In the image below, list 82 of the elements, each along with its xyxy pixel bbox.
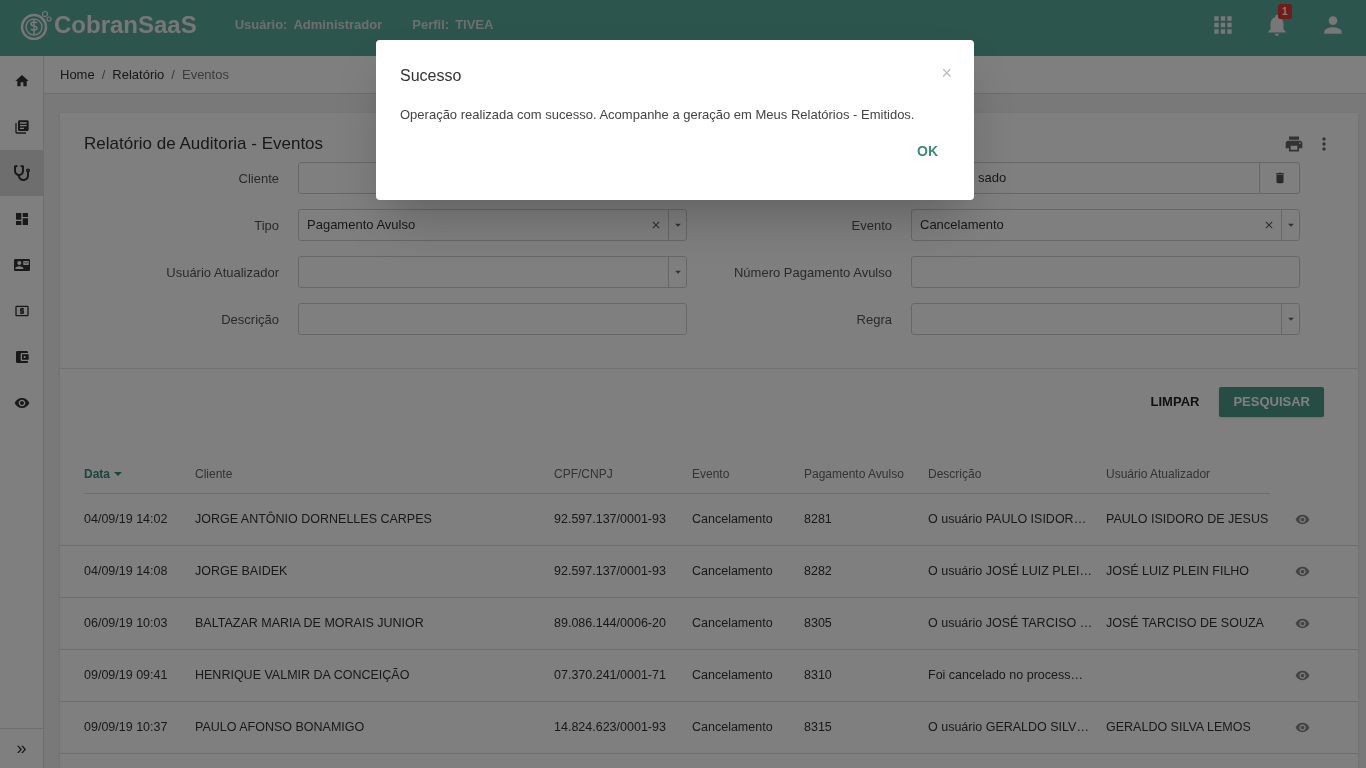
- field-label: Tipo: [254, 217, 279, 233]
- table-cell: 8315: [804, 719, 832, 734]
- eye-icon: [13, 395, 30, 411]
- select-field[interactable]: [298, 255, 687, 288]
- column-header[interactable]: Pagamento Avulso: [804, 464, 904, 483]
- table-cell: 04/09/19 14:08: [84, 563, 168, 578]
- books-icon: [13, 119, 30, 135]
- column-header[interactable]: Cliente: [195, 464, 233, 483]
- notification-count: 1: [1278, 4, 1292, 19]
- close-button[interactable]: ×: [941, 64, 952, 82]
- sidebar-item[interactable]: [0, 150, 43, 196]
- table-cell: 09/09/19 09:41: [84, 667, 168, 682]
- money-icon: [13, 303, 30, 319]
- column-header[interactable]: Descrição: [928, 464, 982, 483]
- breadcrumb-separator: /: [101, 65, 106, 84]
- table-cell: 8305: [804, 615, 832, 630]
- column-header[interactable]: Usuário Atualizador: [1106, 464, 1211, 483]
- select-field[interactable]: Cancelamento: [911, 208, 1300, 241]
- table-cell: O usuário PAULO ISIDOR…: [928, 511, 1087, 526]
- stethoscope-icon: [13, 165, 30, 181]
- table-cell: PAULO ISIDORO DE JESUS: [1106, 511, 1269, 526]
- coin-logo-icon: [20, 10, 52, 40]
- table-cell: O usuário JOSÉ LUIZ PLEI…: [928, 563, 1092, 578]
- dialog-message: Operação realizada com sucesso. Acompanhe a geração em Meus Relatórios - Emitidos.: [399, 106, 916, 124]
- field-label: Regra: [856, 311, 892, 327]
- table-cell: 8310: [804, 667, 832, 682]
- contact-card-icon: [13, 257, 30, 273]
- select-field[interactable]: [911, 302, 1300, 335]
- card-title: Relatório de Auditoria - Eventos: [84, 133, 324, 155]
- table-cell: JOSÉ LUIZ PLEIN FILHO: [1106, 563, 1250, 578]
- table-cell: Cancelamento: [692, 719, 773, 734]
- user-label: Usuário:: [234, 16, 288, 35]
- search-button[interactable]: PESQUISAR: [1219, 386, 1324, 417]
- table-cell: Cancelamento: [692, 667, 773, 682]
- sort-caret-icon: [114, 471, 122, 476]
- table-cell: GERALDO SILVA LEMOS: [1106, 719, 1251, 734]
- table-cell: 14.824.623/0001-93: [554, 719, 666, 734]
- table-cell: 04/09/19 14:02: [84, 511, 168, 526]
- table-cell: HENRIQUE VALMIR DA CONCEIÇÃO: [195, 667, 410, 682]
- table-cell: BALTAZAR MARIA DE MORAIS JUNIOR: [195, 615, 424, 630]
- column-header[interactable]: Data: [84, 464, 122, 483]
- table-cell: 07.370.241/0001-71: [554, 667, 666, 682]
- table-cell: 92.597.137/0001-93: [554, 563, 666, 578]
- column-header[interactable]: Evento: [692, 464, 730, 483]
- table-cell: Foi cancelado no process…: [928, 667, 1083, 682]
- table-cell: Cancelamento: [692, 615, 773, 630]
- field-label: Cliente: [238, 170, 279, 186]
- table-cell: 92.597.137/0001-93: [554, 511, 666, 526]
- clear-button[interactable]: LIMPAR: [1148, 391, 1202, 412]
- table-cell: 8281: [804, 511, 832, 526]
- table-cell: O usuário GERALDO SILV…: [928, 719, 1089, 734]
- profile-label: Perfil:: [412, 16, 450, 35]
- table-cell: Cancelamento: [692, 511, 773, 526]
- field-label: Descrição: [221, 311, 279, 327]
- user-name: Administrador: [293, 16, 383, 35]
- field-label: Número Pagamento Avulso: [733, 264, 892, 280]
- app-logo: CobranSaaS: [54, 10, 197, 40]
- table-cell: Cancelamento: [692, 563, 773, 578]
- table-cell: 8282: [804, 563, 832, 578]
- table-cell: JORGE ANTÔNIO DORNELLES CARPES: [195, 511, 432, 526]
- table-cell: 06/09/19 10:03: [84, 615, 168, 630]
- field-label: Usuário Atualizador: [166, 264, 279, 280]
- table-cell: JOSÉ TARCISO DE SOUZA: [1106, 615, 1264, 630]
- table-cell: JORGE BAIDEK: [195, 563, 288, 578]
- dialog-title: Sucesso: [400, 66, 463, 86]
- profile-name: TIVEA: [455, 16, 494, 35]
- table-cell: PAULO AFONSO BONAMIGO: [195, 719, 365, 734]
- breadcrumb-link[interactable]: Relatório: [112, 64, 165, 85]
- field-label: Evento: [851, 217, 892, 233]
- breadcrumb-link[interactable]: Home: [60, 64, 95, 85]
- wallet-icon: [13, 349, 30, 365]
- table-cell: O usuário JOSÉ TARCISO …: [928, 615, 1093, 630]
- table-cell: 09/09/19 10:37: [84, 719, 168, 734]
- select-field[interactable]: Pagamento Avulso: [298, 208, 687, 241]
- table-cell: 89.086.144/0006-20: [554, 615, 666, 630]
- text-field[interactable]: [911, 255, 1300, 288]
- home-icon: [13, 73, 30, 89]
- column-header[interactable]: CPF/CNPJ: [554, 464, 613, 483]
- expand-sidebar-button[interactable]: »: [16, 735, 27, 762]
- text-field[interactable]: [298, 302, 687, 335]
- breadcrumb-separator: /: [171, 65, 175, 84]
- dashboard-icon: [13, 211, 30, 227]
